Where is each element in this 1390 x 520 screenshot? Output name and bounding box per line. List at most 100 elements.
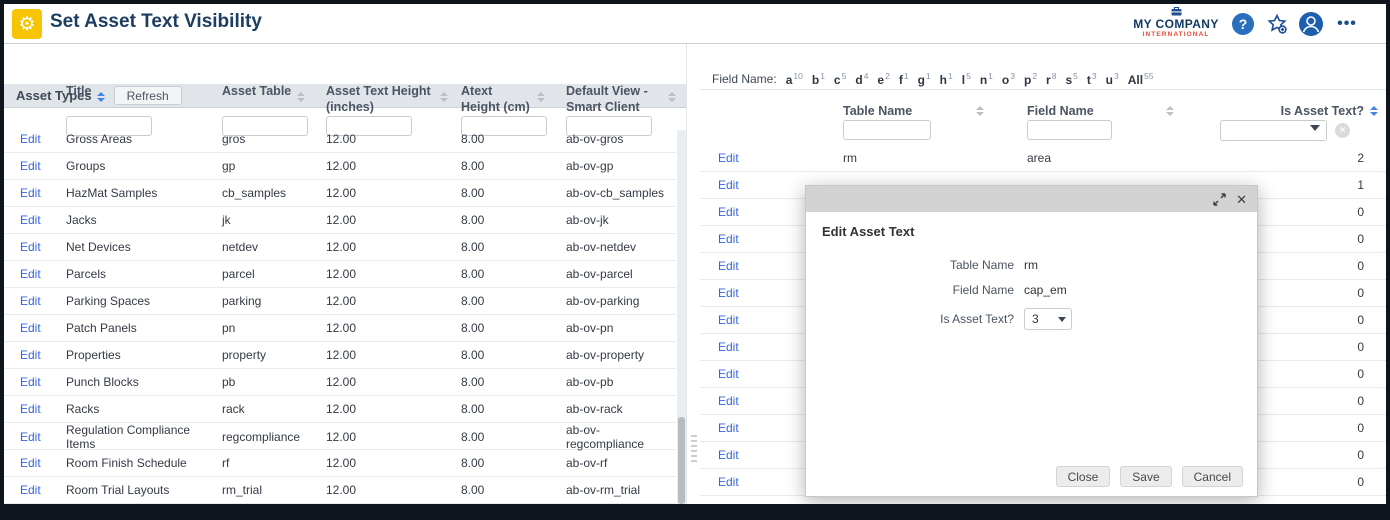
column-edit-spacer (4, 74, 66, 115)
edit-link[interactable]: Edit (20, 321, 41, 335)
index-letter-link[interactable]: f1 (899, 71, 909, 87)
save-button[interactable]: Save (1120, 466, 1171, 487)
close-icon[interactable]: ✕ (1236, 193, 1247, 206)
index-letter-link[interactable]: t3 (1087, 71, 1097, 87)
index-letter-link[interactable]: l5 (962, 71, 971, 87)
expand-icon[interactable] (1213, 193, 1226, 206)
edit-link[interactable]: Edit (20, 159, 41, 173)
column-asset-table[interactable]: Asset Table (222, 74, 326, 115)
edit-link[interactable]: Edit (20, 375, 41, 389)
default-view-cell: ab-ov-pn (566, 321, 676, 335)
edit-link[interactable]: Edit (718, 232, 739, 246)
panel-splitter[interactable] (686, 44, 700, 504)
sort-icon[interactable] (297, 92, 305, 102)
column-asset-text-height-inches[interactable]: Asset Text Height (inches) (326, 74, 461, 115)
sort-icon[interactable] (1166, 106, 1174, 116)
default-view-cell: ab-ov-parking (566, 294, 676, 308)
field-name-filter-input[interactable] (1027, 120, 1112, 140)
default-view-cell: ab-ov-gp (566, 159, 676, 173)
edit-link[interactable]: Edit (718, 340, 739, 354)
default-view-cell: ab-ov-rf (566, 456, 676, 470)
column-atext-height-cm[interactable]: Atext Height (cm) (461, 74, 566, 115)
chevron-down-icon (1058, 317, 1066, 322)
edit-link[interactable]: Edit (718, 286, 739, 300)
column-field-name[interactable]: Field Name (1027, 96, 1211, 118)
column-default-view[interactable]: Default View - Smart Client (566, 74, 676, 115)
default-view-cell: ab-ov-pb (566, 375, 676, 389)
edit-link[interactable]: Edit (718, 259, 739, 273)
index-letter-link[interactable]: e2 (877, 71, 889, 87)
close-button[interactable]: Close (1056, 466, 1111, 487)
clear-filter-icon[interactable]: ✕ (1335, 123, 1350, 138)
user-menu-button[interactable] (1298, 11, 1324, 37)
index-letter-link[interactable]: c5 (834, 71, 846, 87)
is-asset-text-filter-select[interactable] (1220, 120, 1327, 141)
sort-icon[interactable] (668, 92, 676, 102)
edit-link[interactable]: Edit (718, 178, 739, 192)
sort-icon[interactable] (1370, 106, 1378, 116)
column-table-name[interactable]: Table Name (843, 96, 1027, 118)
index-letter-link[interactable]: n1 (980, 71, 993, 87)
question-mark-icon: ? (1232, 13, 1254, 35)
edit-link[interactable]: Edit (20, 240, 41, 254)
edit-link[interactable]: Edit (20, 456, 41, 470)
table-row: Edit Regulation Compliance Items regcomp… (4, 423, 676, 450)
index-letter-link[interactable]: o3 (1002, 71, 1015, 87)
vertical-scrollbar[interactable] (677, 130, 686, 504)
edit-link[interactable]: Edit (20, 348, 41, 362)
column-title[interactable]: Title (66, 74, 222, 115)
is-asset-text-select[interactable]: 3 (1024, 308, 1072, 330)
cancel-button[interactable]: Cancel (1182, 466, 1243, 487)
index-letter-link[interactable]: h1 (940, 71, 953, 87)
dialog-title-bar[interactable]: ✕ (806, 186, 1257, 212)
index-letter-link[interactable]: p2 (1024, 71, 1037, 87)
sort-icon[interactable] (97, 92, 105, 102)
height-cm-cell: 8.00 (461, 483, 566, 497)
height-cm-cell: 8.00 (461, 402, 566, 416)
edit-link[interactable]: Edit (718, 394, 739, 408)
index-letter-link[interactable]: d4 (855, 71, 868, 87)
table-row: Edit Patch Panels pn 12.00 8.00 ab-ov-pn (4, 315, 676, 342)
index-letter-link[interactable]: r8 (1046, 71, 1056, 87)
asset-table-cell: netdev (222, 240, 326, 254)
edit-link[interactable]: Edit (718, 205, 739, 219)
column-is-asset-text[interactable]: Is Asset Text? (1211, 96, 1386, 118)
asset-table-cell: pn (222, 321, 326, 335)
help-button[interactable]: ? (1230, 11, 1256, 37)
table-row: Edit Jacks jk 12.00 8.00 ab-ov-jk (4, 207, 676, 234)
index-letter-link[interactable]: All55 (1128, 71, 1154, 87)
edit-link[interactable]: Edit (20, 430, 41, 444)
height-cm-cell: 8.00 (461, 267, 566, 281)
edit-link[interactable]: Edit (20, 186, 41, 200)
gear-app-icon: ⚙ (12, 9, 42, 39)
table-name-filter-input[interactable] (843, 120, 931, 140)
edit-link[interactable]: Edit (718, 475, 739, 489)
edit-link[interactable]: Edit (20, 213, 41, 227)
default-view-cell: ab-ov-netdev (566, 240, 676, 254)
edit-link[interactable]: Edit (20, 483, 41, 497)
sort-icon[interactable] (440, 92, 448, 102)
scrollbar-thumb[interactable] (678, 417, 685, 504)
height-cm-cell: 8.00 (461, 456, 566, 470)
sort-icon[interactable] (976, 106, 984, 116)
splitter-grip-icon[interactable] (691, 435, 697, 463)
index-letter-link[interactable]: a10 (786, 71, 803, 87)
edit-link[interactable]: Edit (20, 267, 41, 281)
favorites-button[interactable] (1264, 11, 1290, 37)
edit-link[interactable]: Edit (718, 367, 739, 381)
sort-icon[interactable] (537, 92, 545, 102)
edit-link[interactable]: Edit (718, 151, 739, 165)
edit-link[interactable]: Edit (718, 421, 739, 435)
edit-link[interactable]: Edit (718, 313, 739, 327)
table-row: Edit Parcels parcel 12.00 8.00 ab-ov-par… (4, 261, 676, 288)
index-letter-link[interactable]: b1 (812, 71, 825, 87)
index-letter-link[interactable]: g1 (918, 71, 931, 87)
user-avatar-icon (1298, 11, 1324, 37)
index-letter-link[interactable]: u3 (1106, 71, 1119, 87)
edit-link[interactable]: Edit (20, 133, 41, 146)
edit-link[interactable]: Edit (20, 294, 41, 308)
index-letter-link[interactable]: s5 (1065, 71, 1077, 87)
more-options-button[interactable]: ••• (1334, 11, 1360, 37)
edit-link[interactable]: Edit (718, 448, 739, 462)
edit-link[interactable]: Edit (20, 402, 41, 416)
